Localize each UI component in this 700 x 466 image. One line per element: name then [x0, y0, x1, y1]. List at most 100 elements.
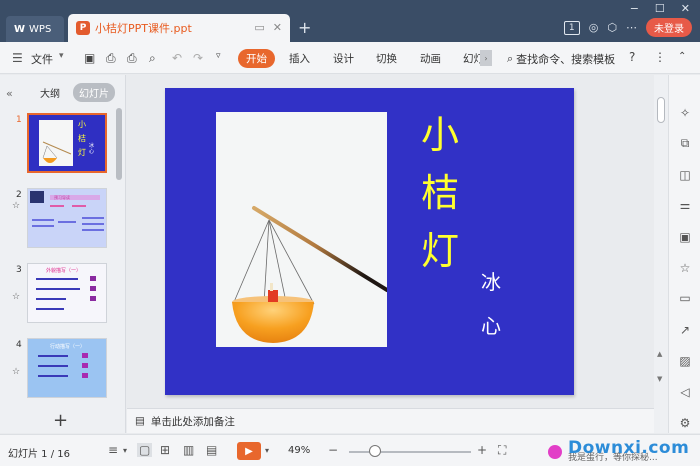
- watermark: 我是蛋行，等你探秘... Downxi.com: [546, 438, 700, 466]
- thumb-title-1: 小: [78, 120, 86, 129]
- author-char-2: 心: [481, 314, 501, 338]
- tab-home[interactable]: 开始: [238, 49, 275, 68]
- tab-design[interactable]: 设计: [333, 51, 354, 66]
- zoom-slider[interactable]: [349, 451, 471, 453]
- file-menu[interactable]: 文件: [31, 51, 53, 67]
- undo-icon[interactable]: ↶: [172, 51, 182, 65]
- menu-icon[interactable]: ☰: [12, 51, 23, 65]
- title-char-2: 桔: [421, 171, 460, 215]
- cube-icon[interactable]: ⬡: [607, 21, 617, 34]
- collapse-ribbon-icon[interactable]: ⌃: [678, 51, 686, 62]
- save-icon[interactable]: ▣: [84, 51, 95, 65]
- help-button[interactable]: ?: [629, 50, 635, 64]
- title-bar: − ☐ ✕ W WPS P 小桔灯PPT课件.ppt ▭ ✕ + 1 ◎ ⬡ ⋯…: [0, 0, 700, 42]
- animation-star-icon: ☆: [12, 367, 21, 377]
- slide-author[interactable]: 冰 心: [481, 260, 501, 348]
- canvas-scrollbar[interactable]: ▲ ▼: [654, 75, 668, 433]
- slide-number: 2: [16, 190, 22, 200]
- slide-thumbnail[interactable]: 预习导读: [27, 188, 107, 248]
- notes-toggle-icon[interactable]: ≡: [108, 443, 118, 457]
- title-char-1: 小: [421, 113, 460, 157]
- ppt-file-icon: P: [76, 21, 90, 35]
- copy-icon[interactable]: ⧉: [677, 135, 693, 151]
- tab-outline[interactable]: 大纲: [40, 85, 60, 100]
- animation-star-icon: ☆: [12, 201, 21, 211]
- tab-preview-icon[interactable]: ▭: [254, 21, 264, 34]
- more-icon[interactable]: ⋯: [626, 21, 637, 34]
- author-char-1: 冰: [481, 270, 501, 294]
- slide-title[interactable]: 小 桔 灯: [421, 106, 459, 280]
- slide-panel: « 大纲 幻灯片 1 小 桔 灯 冰心 2 ☆ 预习导读 3 ☆ 外貌描写（一）…: [0, 75, 126, 433]
- chevron-down-icon[interactable]: ▾: [59, 51, 64, 61]
- chevron-down-icon[interactable]: ▾: [123, 446, 127, 455]
- customize-icon[interactable]: ▿: [216, 51, 221, 61]
- window-count-badge[interactable]: 1: [563, 20, 580, 35]
- notes-icon: ▤: [135, 415, 145, 427]
- lantern-image[interactable]: [216, 112, 389, 347]
- tab-wps-home[interactable]: W WPS: [6, 16, 64, 42]
- slide-thumb-2[interactable]: 2 ☆ 预习导读: [0, 188, 112, 258]
- image-tool-icon[interactable]: ▣: [677, 229, 693, 245]
- tab-close-icon[interactable]: ✕: [273, 21, 282, 34]
- panel-scrollbar[interactable]: [116, 108, 122, 180]
- collapse-panel-button[interactable]: «: [6, 87, 13, 100]
- adjust-icon[interactable]: ⚌: [677, 197, 693, 213]
- speaker-icon[interactable]: ◁: [677, 384, 693, 400]
- normal-view-icon[interactable]: ▢: [137, 443, 153, 457]
- title-char-3: 灯: [421, 229, 460, 273]
- scroll-down-icon[interactable]: ▼: [657, 375, 662, 383]
- tab-animation[interactable]: 动画: [420, 51, 441, 66]
- current-slide[interactable]: 小 桔 灯 冰 心: [165, 88, 574, 395]
- skin-icon[interactable]: ◎: [589, 21, 599, 34]
- slide-sorter-icon[interactable]: ⊞: [160, 443, 170, 457]
- command-search[interactable]: ⌕ 查找命令、搜索模板: [507, 51, 615, 67]
- tab-insert[interactable]: 插入: [289, 51, 310, 66]
- tab-document[interactable]: P 小桔灯PPT课件.ppt ▭ ✕: [68, 14, 290, 42]
- reading-view-icon[interactable]: ▥: [183, 443, 194, 457]
- scroll-up-icon[interactable]: ▲: [657, 350, 662, 358]
- close-button[interactable]: ✕: [681, 2, 690, 15]
- tab-transition[interactable]: 切换: [376, 51, 397, 66]
- shapes-icon[interactable]: ◫: [677, 167, 693, 183]
- slide-thumb-3[interactable]: 3 ☆ 外貌描写（一）: [0, 263, 112, 333]
- zoom-level[interactable]: 49%: [288, 445, 310, 456]
- thumb-title-2: 桔: [78, 134, 86, 143]
- zoom-in-button[interactable]: +: [477, 443, 487, 457]
- picture-icon[interactable]: ▨: [677, 353, 693, 369]
- more-menu-button[interactable]: ⋮: [654, 50, 666, 64]
- design-icon[interactable]: ✧: [677, 105, 693, 121]
- star-icon[interactable]: ☆: [677, 260, 693, 276]
- fit-window-icon[interactable]: ⛶: [498, 443, 506, 458]
- slide-thumb-4[interactable]: 4 ☆ 行动描写（一）: [0, 338, 112, 408]
- scrollbar-thumb[interactable]: [657, 97, 665, 123]
- right-sidebar: ✧ ⧉ ◫ ⚌ ▣ ☆ ▭ ↗ ▨ ◁ ⚙: [668, 75, 700, 433]
- add-slide-button[interactable]: +: [53, 410, 68, 431]
- maximize-button[interactable]: ☐: [655, 2, 665, 15]
- zoom-slider-handle[interactable]: [369, 445, 381, 457]
- notes-pane[interactable]: ▤ 单击此处添加备注: [127, 408, 654, 433]
- print-icon[interactable]: ⎙: [127, 51, 137, 66]
- slide-thumbnail[interactable]: 小 桔 灯 冰心: [27, 113, 107, 173]
- slide-thumbnail[interactable]: 行动描写（一）: [27, 338, 107, 398]
- login-button[interactable]: 未登录: [646, 18, 692, 37]
- menu-bar: ☰ 文件 ▾ ▣ ⎙ ⎙ ⌕ ↶ ↷ ▿ 开始 插入 设计 切换 动画 幻灯 ›…: [0, 42, 700, 74]
- settings-icon[interactable]: ⚙: [677, 415, 693, 431]
- tab-slides[interactable]: 幻灯片: [73, 83, 115, 102]
- zoom-out-button[interactable]: −: [328, 443, 338, 457]
- slide-thumb-1[interactable]: 1 小 桔 灯 冰心: [0, 113, 112, 183]
- export-pdf-icon[interactable]: ⎙: [106, 51, 116, 66]
- box-icon[interactable]: ▭: [677, 290, 693, 306]
- share-icon[interactable]: ↗: [677, 322, 693, 338]
- ribbon-scroll-right[interactable]: ›: [480, 50, 492, 66]
- redo-icon[interactable]: ↷: [193, 51, 203, 65]
- chevron-down-icon[interactable]: ▾: [265, 446, 269, 455]
- presenter-view-icon[interactable]: ▤: [206, 443, 217, 457]
- thumb-title-3: 灯: [78, 148, 86, 157]
- minimize-button[interactable]: −: [630, 2, 639, 15]
- preview-icon[interactable]: ⌕: [149, 51, 156, 66]
- play-slideshow-button[interactable]: ▶: [237, 442, 261, 460]
- slide-thumbnail[interactable]: 外貌描写（一）: [27, 263, 107, 323]
- new-tab-button[interactable]: +: [298, 18, 311, 37]
- slide-counter: 幻灯片 1 / 16: [8, 449, 70, 460]
- slide-number: 1: [16, 115, 22, 125]
